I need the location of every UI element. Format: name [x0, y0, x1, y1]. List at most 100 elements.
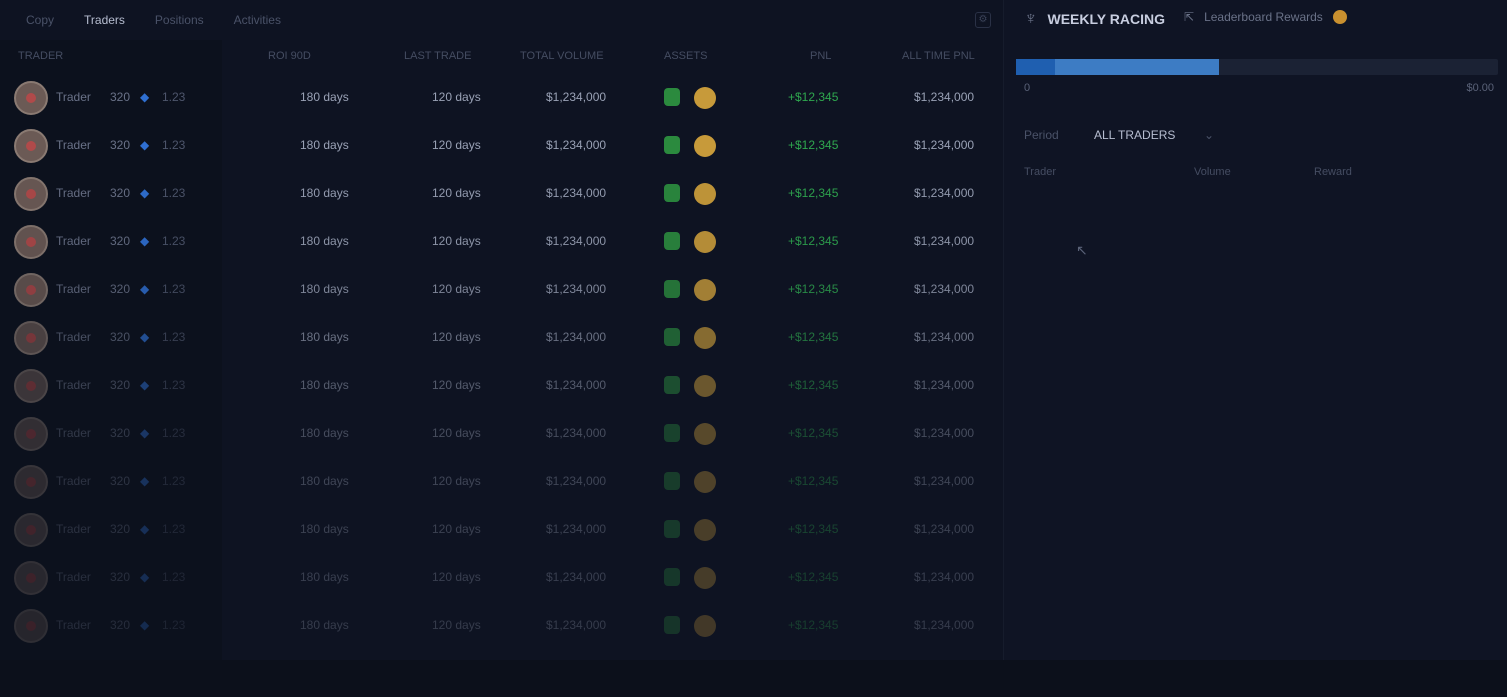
table-row[interactable]: Trader 320 ◆ 1.23 180 days 120 days $1,234,000…	[0, 314, 1003, 362]
last-trade-value: 120 days	[432, 138, 481, 152]
roi-value: 180 days	[300, 282, 349, 296]
table-row[interactable]: Trader 320 ◆ 1.23 180 days 120 days $1,234,000…	[0, 506, 1003, 554]
asset-coin-icon	[694, 183, 716, 205]
asset-badge-green	[664, 184, 680, 202]
trader-name[interactable]: Trader	[56, 426, 91, 440]
settings-icon[interactable]: ⚙	[975, 12, 991, 28]
trader-value: 1.23	[162, 90, 186, 104]
total-volume-value: $1,234,000	[546, 570, 607, 584]
nav-tab-copy[interactable]: Copy	[26, 13, 54, 27]
last-trade-value: 120 days	[432, 618, 481, 632]
trader-level: 320	[110, 474, 131, 488]
roi-value: 180 days	[300, 618, 349, 632]
header-roi[interactable]: ROI 90D	[268, 50, 311, 62]
filter-select[interactable]: ALL TRADERS	[1094, 128, 1175, 142]
table-row[interactable]: Trader 320 ◆ 1.23 180 days 120 days $1,234,000…	[0, 74, 1003, 122]
trader-name[interactable]: Trader	[56, 186, 91, 200]
trader-name[interactable]: Trader	[56, 90, 91, 104]
nav-tab-positions[interactable]: Positions	[155, 13, 204, 27]
trader-name[interactable]: Trader	[56, 330, 91, 344]
trader-name[interactable]: Trader	[56, 234, 91, 248]
panel-subtitle[interactable]: ⇱ Leaderboard Rewards	[1184, 10, 1347, 24]
roi-value: 180 days	[300, 234, 349, 248]
racing-panel: ♆ WEEKLY RACING ⇱ Leaderboard Rewards 0 …	[1003, 0, 1507, 697]
table-row[interactable]: Trader 320 ◆ 1.23 180 days 120 days $1,234,000…	[0, 554, 1003, 602]
verified-icon: ◆	[140, 330, 150, 344]
roi-value: 180 days	[300, 570, 349, 584]
trader-level: 320	[110, 522, 131, 536]
verified-icon: ◆	[140, 234, 150, 248]
asset-badge-green	[664, 232, 680, 250]
col-volume: Volume	[1194, 166, 1231, 178]
asset-coin-icon	[694, 231, 716, 253]
coin-icon	[1332, 10, 1347, 24]
nav-tab-traders[interactable]: Traders	[84, 13, 125, 27]
last-trade-value: 120 days	[432, 570, 481, 584]
avatar	[14, 465, 48, 499]
pnl-value: +$12,345	[788, 282, 839, 296]
asset-coin-icon	[694, 519, 716, 541]
trader-name[interactable]: Trader	[56, 522, 91, 536]
table-row[interactable]: Trader 320 ◆ 1.23 180 days 120 days $1,234,000…	[0, 362, 1003, 410]
verified-icon: ◆	[140, 426, 150, 440]
table-row[interactable]: Trader 320 ◆ 1.23 180 days 120 days $1,234,000…	[0, 170, 1003, 218]
header-last-trade[interactable]: LAST TRADE	[404, 50, 471, 62]
asset-coin-icon	[694, 471, 716, 493]
table-row[interactable]: Trader 320 ◆ 1.23 180 days 120 days $1,234,000…	[0, 266, 1003, 314]
total-volume-value: $1,234,000	[546, 426, 607, 440]
asset-badge-green	[664, 328, 680, 346]
trader-level: 320	[110, 618, 131, 632]
pnl-value: +$12,345	[788, 618, 839, 632]
panel-title: WEEKLY RACING	[1047, 10, 1165, 27]
trader-value: 1.23	[162, 378, 186, 392]
trader-level: 320	[110, 570, 131, 584]
header-pnl[interactable]: PNL	[810, 50, 831, 62]
period-filter[interactable]: Period ALL TRADERS ⌄	[1024, 128, 1214, 142]
progress-left-label: 0	[1024, 82, 1031, 94]
trader-level: 320	[110, 186, 131, 200]
asset-coin-icon	[694, 279, 716, 301]
last-trade-value: 120 days	[432, 282, 481, 296]
header-trader[interactable]: TRADER	[18, 50, 63, 62]
header-assets[interactable]: ASSETS	[664, 50, 707, 62]
asset-coin-icon	[694, 423, 716, 445]
progress-fill-primary	[1016, 59, 1055, 75]
filter-label: Period	[1024, 128, 1059, 142]
table-header: TRADER ROI 90D LAST TRADE TOTAL VOLUME A…	[0, 42, 1003, 70]
footer-bar	[0, 660, 1507, 697]
nav-tab-activities[interactable]: Activities	[234, 13, 281, 27]
pnl-value: +$12,345	[788, 570, 839, 584]
panel-subtitle-label: Leaderboard Rewards	[1204, 10, 1323, 24]
pnl-value: +$12,345	[788, 90, 839, 104]
total-volume-value: $1,234,000	[546, 138, 607, 152]
verified-icon: ◆	[140, 90, 150, 104]
avatar	[14, 129, 48, 163]
trader-name[interactable]: Trader	[56, 378, 91, 392]
header-all-time-pnl[interactable]: ALL TIME PNL	[902, 50, 975, 62]
chevron-down-icon[interactable]: ⌄	[1204, 128, 1214, 142]
table-row[interactable]: Trader 320 ◆ 1.23 180 days 120 days $1,234,000…	[0, 410, 1003, 458]
header-total-volume[interactable]: TOTAL VOLUME	[520, 50, 604, 62]
table-row[interactable]: Trader 320 ◆ 1.23 180 days 120 days $1,234,000…	[0, 218, 1003, 266]
trader-level: 320	[110, 426, 131, 440]
trader-name[interactable]: Trader	[56, 138, 91, 152]
table-row[interactable]: Trader 320 ◆ 1.23 180 days 120 days $1,234,000…	[0, 602, 1003, 650]
asset-coin-icon	[694, 567, 716, 589]
all-time-pnl-value: $1,234,000	[914, 186, 975, 200]
trader-name[interactable]: Trader	[56, 570, 91, 584]
table-row[interactable]: Trader 320 ◆ 1.23 180 days 120 days $1,234,000…	[0, 122, 1003, 170]
trader-name[interactable]: Trader	[56, 474, 91, 488]
trader-name[interactable]: Trader	[56, 618, 91, 632]
pnl-value: +$12,345	[788, 474, 839, 488]
trader-value: 1.23	[162, 570, 186, 584]
roi-value: 180 days	[300, 186, 349, 200]
roi-value: 180 days	[300, 426, 349, 440]
verified-icon: ◆	[140, 522, 150, 536]
trader-value: 1.23	[162, 234, 186, 248]
all-time-pnl-value: $1,234,000	[914, 522, 975, 536]
progress-fill-secondary	[1055, 59, 1219, 75]
table-row[interactable]: Trader 320 ◆ 1.23 180 days 120 days $1,234,000…	[0, 458, 1003, 506]
trader-name[interactable]: Trader	[56, 282, 91, 296]
asset-badge-green	[664, 568, 680, 586]
total-volume-value: $1,234,000	[546, 618, 607, 632]
